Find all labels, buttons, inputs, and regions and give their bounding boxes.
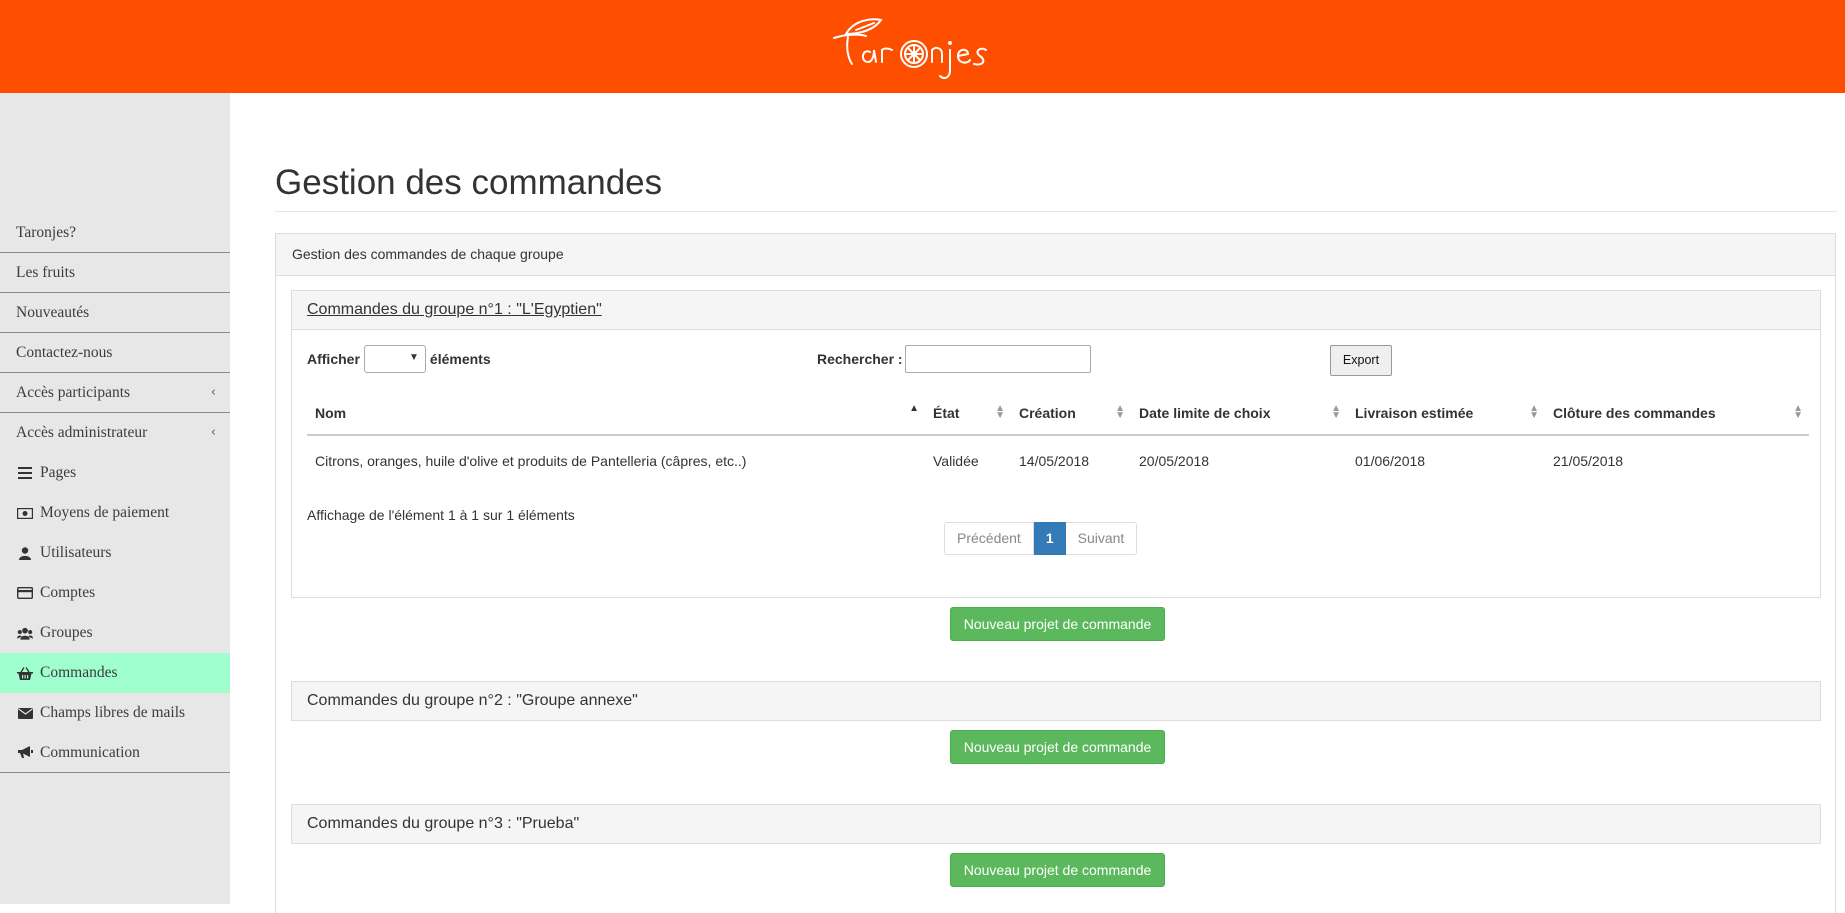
credit-card-icon (17, 585, 33, 601)
sidebar-item-nouveautes[interactable]: Nouveautés (0, 293, 230, 333)
table-row[interactable]: Citrons, oranges, huile d'olive et produ… (307, 435, 1809, 486)
sidebar-item-label: Accès administrateur (16, 424, 148, 441)
group-3-card: Commandes du groupe n°3 : "Prueba" (291, 804, 1821, 844)
sidebar-item-label: Les fruits (16, 264, 75, 281)
sidebar-item-groupes[interactable]: Groupes (0, 613, 230, 653)
group-3-heading[interactable]: Commandes du groupe n°3 : "Prueba" (292, 805, 1820, 843)
cell-livraison: 01/06/2018 (1355, 453, 1426, 469)
sidebar-item-label: Communication (40, 743, 140, 761)
sidebar-item-label: Utilisateurs (40, 544, 112, 561)
sidebar-nav: Taronjes? Les fruits Nouveautés Contacte… (0, 213, 230, 773)
column-label: Clôture des commandes (1553, 404, 1716, 421)
new-order-project-button-group-2[interactable]: Nouveau projet de commande (950, 730, 1165, 764)
bullhorn-icon (17, 745, 33, 761)
sidebar-item-label: Champs libres de mails (40, 704, 186, 721)
basket-icon (17, 665, 33, 681)
col-creation-header[interactable]: Création ▲ ▼ (1011, 391, 1131, 436)
cell-cloture: 21/05/2018 (1553, 453, 1624, 469)
column-label: Date limite de choix (1139, 404, 1271, 421)
list-icon (17, 465, 33, 481)
search-control: Rechercher : (817, 343, 1091, 375)
sidebar-item-label: Comptes (40, 584, 96, 601)
pagination: Précédent 1 Suivant (944, 522, 1138, 555)
title-divider (275, 211, 1837, 212)
sidebar-item-label: Commandes (40, 664, 118, 681)
panel-heading: Gestion des commandes de chaque groupe (276, 234, 1835, 276)
cell-date-limite: 20/05/2018 (1139, 453, 1210, 469)
table-controls: Afficher ▼ éléments Rechercher : Export (307, 343, 1807, 383)
col-date-limite-header[interactable]: Date limite de choix ▲ ▼ (1131, 391, 1347, 436)
orders-table: Nom ▲ État ▲ ▼ Création ▲ ▼ Date limite de ch… (307, 391, 1809, 486)
sidebar-item-commandes[interactable]: Commandes (0, 653, 230, 693)
sort-icon: ▲ ▼ (1529, 403, 1539, 421)
group-1-heading: Commandes du groupe n°1 : "L'Egyptien" (292, 291, 1820, 330)
sort-icon: ▲ ▼ (1115, 403, 1125, 421)
sidebar-item-label: Nouveautés (16, 304, 90, 321)
page-length-control: Afficher ▼ éléments (307, 343, 491, 375)
column-label: Nom (315, 404, 347, 421)
sidebar: Taronjes? Les fruits Nouveautés Contacte… (0, 93, 230, 904)
sidebar-item-moyens-de-paiement[interactable]: Moyens de paiement (0, 493, 230, 533)
search-label: Rechercher : (817, 351, 903, 367)
pagination-page-1[interactable]: 1 (1033, 522, 1066, 555)
group-2-card: Commandes du groupe n°2 : "Groupe annexe… (291, 681, 1821, 721)
group-1-title-link[interactable]: Commandes du groupe n°1 : "L'Egyptien" (307, 301, 602, 318)
taronjes-logo[interactable] (826, 12, 1016, 86)
sort-icon: ▲ ▼ (1331, 403, 1341, 421)
elements-label: éléments (429, 351, 491, 367)
sidebar-item-label: Pages (40, 464, 77, 481)
sidebar-item-label: Moyens de paiement (40, 504, 170, 521)
column-label: État (933, 404, 960, 421)
sidebar-item-label: Contactez-nous (16, 344, 113, 361)
pagination-next[interactable]: Suivant (1065, 522, 1138, 555)
dropdown-arrow-icon: ▼ (409, 352, 419, 363)
cell-etat: Validée (933, 453, 979, 469)
page-length-select[interactable]: ▼ (363, 345, 426, 373)
group-2-heading[interactable]: Commandes du groupe n°2 : "Groupe annexe… (292, 682, 1820, 720)
users-icon (17, 625, 33, 641)
top-header (0, 0, 1845, 93)
sidebar-item-comptes[interactable]: Comptes (0, 573, 230, 613)
sidebar-item-acces-administrateur[interactable]: Accès administrateur ‹ (0, 413, 230, 453)
cell-nom: Citrons, oranges, huile d'olive et produ… (315, 453, 747, 469)
table-header-row: Nom ▲ État ▲ ▼ Création ▲ ▼ Date limite de ch… (307, 391, 1809, 436)
sidebar-item-label: Accès participants (16, 384, 131, 401)
money-icon (17, 505, 33, 521)
column-label: Livraison estimée (1355, 404, 1474, 421)
col-cloture-header[interactable]: Clôture des commandes ▲ ▼ (1545, 391, 1809, 436)
sidebar-item-taronjes[interactable]: Taronjes? (0, 213, 230, 253)
sidebar-item-pages[interactable]: Pages (0, 453, 230, 493)
export-button[interactable]: Export (1330, 345, 1392, 376)
sidebar-item-acces-participants[interactable]: Accès participants ‹ (0, 373, 230, 413)
table-info: Affichage de l'élément 1 à 1 sur 1 éléme… (307, 507, 575, 523)
chevron-left-icon: ‹ (210, 385, 216, 400)
pagination-previous[interactable]: Précédent (944, 522, 1034, 555)
user-icon (17, 545, 33, 561)
new-order-project-button-group-3[interactable]: Nouveau projet de commande (950, 853, 1165, 887)
col-etat-header[interactable]: État ▲ ▼ (925, 391, 1011, 436)
cell-creation: 14/05/2018 (1019, 453, 1090, 469)
sort-icon: ▲ ▼ (1793, 403, 1803, 421)
col-nom-header[interactable]: Nom ▲ (307, 391, 925, 436)
sidebar-item-les-fruits[interactable]: Les fruits (0, 253, 230, 293)
col-livraison-header[interactable]: Livraison estimée ▲ ▼ (1347, 391, 1545, 436)
column-label: Création (1019, 404, 1076, 421)
afficher-label: Afficher (307, 351, 360, 367)
sidebar-item-utilisateurs[interactable]: Utilisateurs (0, 533, 230, 573)
orders-panel: Gestion des commandes de chaque groupe C… (275, 233, 1836, 913)
sidebar-item-contactez-nous[interactable]: Contactez-nous (0, 333, 230, 373)
group-1-card: Commandes du groupe n°1 : "L'Egyptien" A… (291, 290, 1821, 598)
sort-icon: ▲ ▼ (995, 403, 1005, 421)
sidebar-item-communication[interactable]: Communication (0, 733, 230, 773)
chevron-left-icon: ‹ (210, 425, 216, 440)
search-input[interactable] (904, 345, 1091, 373)
sort-asc-icon: ▲ (909, 403, 919, 414)
sidebar-item-label: Groupes (40, 624, 93, 641)
sidebar-item-champs-libres-de-mails[interactable]: Champs libres de mails (0, 693, 230, 733)
page-title: Gestion des commandes (275, 163, 663, 202)
sidebar-item-label: Taronjes? (16, 224, 77, 241)
new-order-project-button-group-1[interactable]: Nouveau projet de commande (950, 607, 1165, 641)
envelope-icon (17, 705, 33, 721)
